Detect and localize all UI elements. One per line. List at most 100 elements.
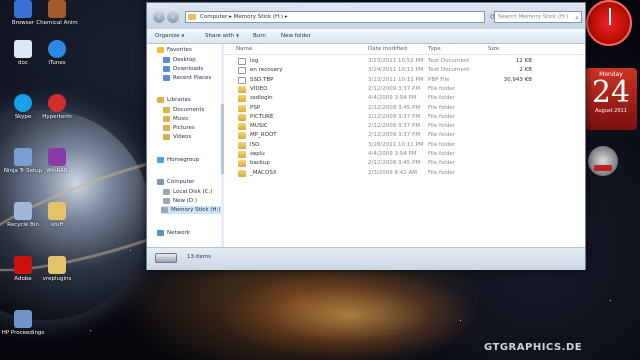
nav-favorites[interactable]: Favorites [157,46,192,54]
folder-icon [238,113,246,121]
file-type: File folder [428,132,455,139]
share-with-button[interactable]: Share with ▼ [205,31,239,41]
file-size: 12 KB [515,58,532,64]
file-type: PBP File [428,76,450,83]
file-type: Text Document [428,58,470,64]
file-row[interactable]: PSP 2/12/2009 3:45 PM File folder [224,104,585,113]
new-folder-button[interactable]: New folder [281,31,311,41]
nav-videos[interactable]: Videos [163,133,191,141]
file-type: File folder [428,141,455,148]
folder-icon [48,202,66,220]
burn-button[interactable]: Burn [253,31,266,41]
desktop-icon-label: Hyperterm [42,114,72,120]
cpu-meter-gadget[interactable] [588,146,618,176]
computer-icon [157,178,164,185]
clock-gadget[interactable] [586,0,632,46]
nav-network[interactable]: Network [157,229,190,237]
file-row[interactable]: log 3/23/2011 10:52 PM Text Document 12 KB [224,57,585,66]
nav-desktop[interactable]: Desktop [163,56,196,64]
folder-icon [238,95,246,103]
file-row[interactable]: ISO 3/28/2011 10:11 PM File folder [224,141,585,150]
desktop-icon-label: iTunes [48,60,66,66]
file-row[interactable]: en recovery 3/24/2011 10:11 PM Text Docume… [224,66,585,75]
desktop-icon-itunes[interactable]: iTunes [34,40,80,66]
command-bar: Organize ▼ Share with ▼ Burn New folder [147,29,585,44]
file-type: File folder [428,169,455,176]
file-name: backup [250,160,270,167]
status-bar: 13 items [147,247,585,270]
desktop-icon-chemical[interactable]: Chemical Anim [34,0,80,26]
column-header-name[interactable]: Name [236,44,252,54]
drive-icon [163,197,170,204]
forward-button[interactable]: › [167,11,179,23]
file-name: en recovery [250,67,283,74]
address-bar[interactable]: Computer ▸ Memory Stick (H:) ▸ [185,11,485,23]
desktop-icon-vreplugins[interactable]: vreplugins [34,256,80,282]
file-row[interactable]: backup 2/12/2009 3:45 PM File folder [224,159,585,168]
file-row[interactable]: SSD.TBP 3/23/2011 10:11 PM PBP File 30,943 … [224,76,585,85]
file-list: Name Date modified Type Size log 3/23/201… [224,44,585,247]
item-count: 13 items [187,254,212,260]
desktop-icon-hyperterm[interactable]: Hyperterm [34,94,80,120]
skype-icon [14,94,32,112]
nav-homegroup[interactable]: Homegroup [157,156,199,164]
file-row[interactable]: seplu 4/4/2009 3:54 PM File folder [224,150,585,159]
desktop-icon-hp-proceedings[interactable]: HP Proceedings [0,310,46,336]
desktop-icon-winrar[interactable]: WinRAR [34,148,80,174]
desktop-icon-label: stuff [50,222,64,228]
star-icon [157,46,164,53]
back-button[interactable]: ‹ [153,11,165,23]
file-row[interactable]: PICTURE 2/12/2009 3:37 PM File folder [224,113,585,122]
homegroup-icon [157,156,164,163]
star [460,320,461,321]
nav-pictures[interactable]: Pictures [163,124,195,132]
nav-recent-places[interactable]: Recent Places [163,74,211,82]
column-headers: Name Date modified Type Size [224,44,585,55]
calendar-gadget[interactable]: Monday 24 August 2011 [585,68,637,130]
column-header-date[interactable]: Date modified [368,44,407,54]
file-row[interactable]: _MACOSX 2/3/2009 8:41 AM File folder [224,169,585,178]
file-icon [238,76,246,84]
column-header-type[interactable]: Type [428,44,441,54]
file-row[interactable]: MP_ROOT 2/12/2009 3:37 PM File folder [224,131,585,140]
app-icon [48,94,66,112]
nav-new-volume[interactable]: New (D:) [163,197,197,205]
desktop-icon-label: WinRAR [46,168,68,174]
nav-documents[interactable]: Documents [163,106,204,114]
recent-places-icon [163,74,170,81]
nav-music[interactable]: Music [163,115,189,123]
desktop-icon-stuff[interactable]: stuff [34,202,80,228]
file-name: MUSIC [250,123,268,130]
music-icon [163,115,170,122]
usb-drive-icon [155,253,177,263]
usb-drive-icon [161,206,168,213]
nav-computer[interactable]: Computer [157,178,194,186]
file-name: SSD.TBP [250,76,274,83]
file-row[interactable]: MUSIC 2/12/2009 3:37 PM File folder [224,122,585,131]
file-type: File folder [428,160,455,167]
recycle-bin-icon [14,202,32,220]
file-type: File folder [428,85,455,92]
setup-icon [14,148,32,166]
drive-icon [163,188,170,195]
file-name: MP_ROOT [250,132,277,139]
nav-libraries[interactable]: Libraries [157,96,191,104]
document-icon [14,40,32,58]
column-header-size[interactable]: Size [488,44,499,54]
folder-icon [48,256,66,274]
libraries-icon [157,96,164,103]
folder-icon [238,160,246,168]
nav-downloads[interactable]: Downloads [163,65,203,73]
nav-local-disk[interactable]: Local Disk (C:) [163,188,213,196]
nav-memory-stick[interactable]: Memory Stick (H:) [161,206,225,214]
file-name: PICTURE [250,113,274,120]
folder-icon [238,132,246,140]
search-input[interactable]: Search Memory Stick (H:) ⌕ [494,11,582,23]
organize-button[interactable]: Organize ▼ [155,31,184,41]
file-date: 3/28/2011 10:11 PM [368,141,424,148]
videos-icon [163,133,170,140]
file-date: 2/12/2009 3:37 PM [368,123,421,130]
folder-icon [238,85,246,93]
file-row[interactable]: ssdlogin 4/4/2009 3:54 PM File folder [224,94,585,103]
file-row[interactable]: VIDEO 2/12/2009 3:37 PM File folder [224,85,585,94]
